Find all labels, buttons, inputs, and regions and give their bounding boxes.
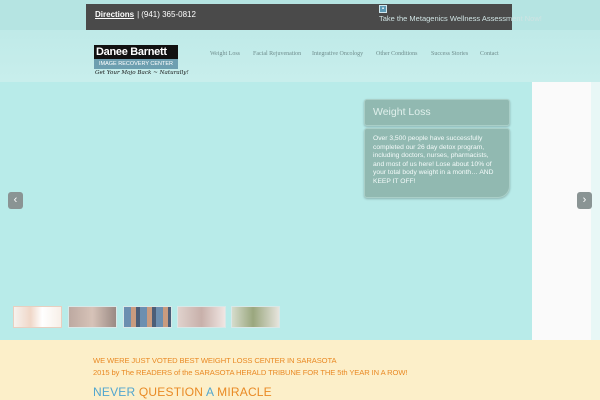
motto-word: MIRACLE — [217, 385, 272, 399]
assessment-icon[interactable]: ▪ — [379, 5, 387, 13]
nav-item-contact[interactable]: Contact — [480, 51, 499, 57]
slider-next-button[interactable]: › — [577, 192, 592, 209]
slide-caption-body: Over 3,500 people have successfully comp… — [364, 128, 510, 198]
slide-thumbnail[interactable] — [123, 306, 172, 328]
phone-number[interactable]: (941) 365-0812 — [141, 10, 196, 19]
nav-item-success-stories[interactable]: Success Stories — [431, 51, 468, 57]
motto-word: A — [206, 385, 214, 399]
award-announcement: WE WERE JUST VOTED BEST WEIGHT LOSS CENT… — [93, 355, 408, 379]
logo-subtitle: IMAGE RECOVERY CENTER — [94, 59, 178, 69]
motto-word: NEVER — [93, 385, 136, 399]
slide-caption-title: Weight Loss — [364, 99, 510, 126]
slider-prev-button[interactable]: ‹ — [8, 192, 23, 209]
slide-thumbnail[interactable] — [68, 306, 117, 328]
separator: | — [137, 10, 140, 19]
logo-name: Danee Barnett — [94, 45, 178, 59]
logo[interactable]: Danee Barnett IMAGE RECOVERY CENTER Get … — [94, 45, 189, 79]
announcement-section: WE WERE JUST VOTED BEST WEIGHT LOSS CENT… — [0, 340, 600, 400]
slider-edge — [591, 82, 600, 340]
motto-word: QUESTION — [138, 385, 204, 399]
top-bar: Directions | (941) 365-0812 ▪ Take the Met… — [0, 0, 600, 30]
directions-link[interactable]: Directions — [95, 10, 134, 19]
hero-slider: Weight Loss Over 3,500 people have succe… — [0, 82, 600, 340]
chevron-right-icon: › — [582, 194, 587, 206]
slider-side-panel — [532, 82, 591, 340]
contact-links: Directions | (941) 365-0812 — [95, 10, 196, 19]
nav-item-other-conditions[interactable]: Other Conditions — [376, 51, 418, 57]
chevron-left-icon: ‹ — [13, 194, 18, 206]
assessment-link[interactable]: Take the Metagenics Wellness Assessment … — [379, 14, 542, 23]
slide-thumbnail[interactable] — [177, 306, 226, 328]
announcement-line-1: WE WERE JUST VOTED BEST WEIGHT LOSS CENT… — [93, 356, 337, 365]
slide-thumbnail[interactable] — [13, 306, 62, 328]
announcement-line-2: 2015 by The READERS of the SARASOTA HERA… — [93, 368, 408, 377]
slide-thumbnail[interactable] — [231, 306, 280, 328]
top-bar-inner: Directions | (941) 365-0812 ▪ Take the Met… — [86, 4, 542, 30]
nav-item-facial-rejuvenation[interactable]: Facial Rejuvenation — [253, 51, 301, 57]
motto-heading: NEVER QUESTION A MIRACLE — [93, 385, 272, 399]
nav-item-weight-loss[interactable]: Weight Loss — [210, 51, 240, 57]
nav-item-integrative-oncology[interactable]: Integrative Oncology — [312, 51, 363, 57]
logo-tagline: Get Your Mojo Back ~ Naturally! — [95, 70, 189, 76]
site-header: Danee Barnett IMAGE RECOVERY CENTER Get … — [0, 30, 600, 82]
